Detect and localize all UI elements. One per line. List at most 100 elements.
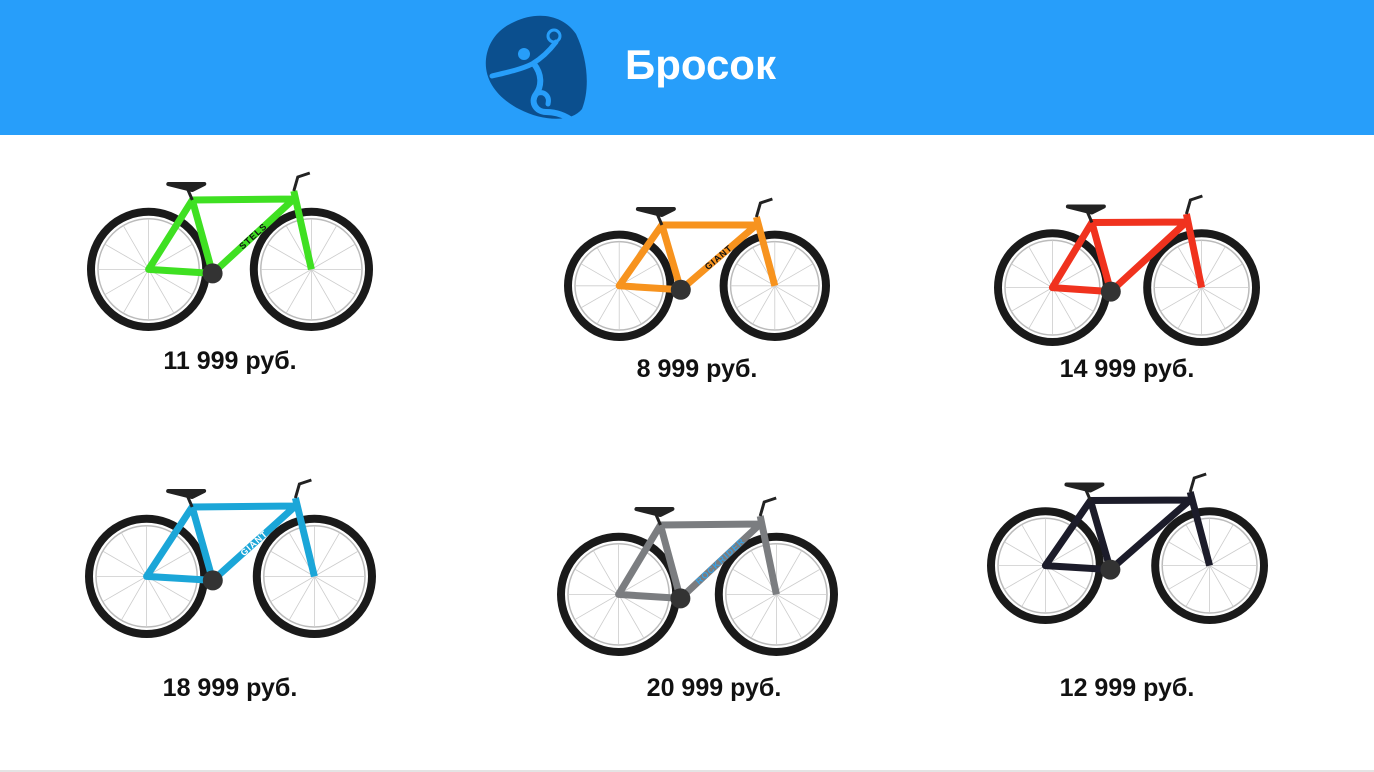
- spoke: [269, 576, 315, 603]
- spoke: [618, 285, 642, 325]
- spoke: [1208, 524, 1234, 566]
- spoke: [752, 285, 776, 325]
- bike-frame: [1048, 213, 1206, 296]
- spoke: [617, 594, 644, 639]
- bike-frame: [1041, 491, 1213, 574]
- spoke: [267, 269, 312, 296]
- spoke: [104, 243, 149, 270]
- spoke: [592, 550, 619, 595]
- bike-frame: [615, 216, 779, 294]
- bicycle-image[interactable]: GIANT: [562, 185, 832, 345]
- spoke: [1167, 565, 1210, 590]
- saddle: [633, 507, 674, 517]
- bicycle-image[interactable]: ROCKRIDER: [555, 480, 840, 660]
- saddle: [635, 207, 676, 217]
- product-price: 20 999 руб.: [646, 674, 782, 702]
- spoke: [1208, 565, 1234, 607]
- spoke: [574, 594, 619, 621]
- spoke: [1044, 565, 1069, 607]
- spoke: [313, 550, 358, 577]
- spoke: [311, 269, 338, 314]
- spoke: [1003, 541, 1046, 566]
- spoke: [580, 285, 620, 309]
- spoke: [1020, 524, 1046, 566]
- spoke: [122, 269, 149, 314]
- spoke: [1201, 246, 1226, 288]
- handlebar: [1184, 194, 1203, 215]
- handlebar: [1188, 472, 1207, 493]
- saddle: [1065, 204, 1106, 215]
- bike-frame: [145, 190, 315, 277]
- spoke: [1028, 287, 1053, 329]
- handball-player-logo-icon: [485, 15, 587, 120]
- spoke: [775, 550, 802, 595]
- spoke: [1201, 287, 1226, 329]
- header: Бросок: [0, 0, 1374, 135]
- bike-frame: [142, 497, 318, 584]
- product-price: 12 999 руб.: [1059, 674, 1195, 702]
- spoke: [104, 269, 149, 296]
- spoke: [285, 269, 312, 314]
- chainring: [1099, 559, 1120, 580]
- handlebar: [293, 478, 312, 499]
- product-card[interactable]: GIANT 18 999 руб.: [80, 462, 380, 702]
- spoke: [313, 576, 358, 603]
- product-price: 14 999 руб.: [1059, 355, 1195, 383]
- chainring: [670, 279, 691, 300]
- spoke: [580, 263, 620, 287]
- spoke: [774, 285, 798, 325]
- spoke: [774, 285, 814, 309]
- product-card[interactable]: 12 999 руб.: [977, 458, 1277, 702]
- product-card[interactable]: STELS 11 999 руб.: [80, 155, 380, 375]
- handlebar: [754, 197, 773, 218]
- saddle: [165, 489, 206, 499]
- spoke: [775, 594, 820, 621]
- product-price: 18 999 руб.: [162, 674, 298, 702]
- spoke: [1020, 565, 1046, 607]
- chainring: [202, 263, 223, 284]
- spoke: [145, 576, 172, 621]
- spoke: [311, 269, 356, 296]
- product-card[interactable]: 14 999 руб.: [977, 180, 1277, 383]
- spoke: [596, 285, 620, 325]
- bicycle-image[interactable]: [985, 458, 1270, 628]
- spoke: [1011, 263, 1053, 288]
- chainring: [1100, 281, 1121, 302]
- handlebar: [292, 171, 311, 192]
- saddle: [1063, 482, 1104, 493]
- spoke: [120, 576, 147, 621]
- bike-frame: [614, 515, 780, 602]
- spoke: [775, 568, 820, 595]
- spoke: [1052, 287, 1077, 329]
- product-price: 8 999 руб.: [636, 355, 758, 383]
- spoke: [1201, 287, 1243, 312]
- bicycle-image[interactable]: [992, 180, 1262, 350]
- spoke: [313, 532, 340, 577]
- bicycle-image[interactable]: GIANT: [83, 462, 378, 642]
- handlebar: [758, 496, 777, 517]
- spoke: [775, 594, 802, 639]
- spoke: [774, 263, 814, 287]
- saddle: [166, 182, 207, 192]
- spoke: [311, 225, 338, 270]
- spoke: [596, 247, 620, 287]
- spoke: [750, 594, 777, 639]
- spoke: [1208, 565, 1251, 590]
- spoke: [1185, 565, 1210, 607]
- spoke: [1160, 287, 1202, 312]
- spoke: [102, 576, 147, 603]
- spoke: [574, 568, 619, 595]
- spoke: [1208, 541, 1251, 566]
- chainring: [202, 570, 223, 591]
- spoke: [311, 243, 356, 270]
- spoke: [102, 550, 147, 577]
- spoke: [1011, 287, 1053, 312]
- spoke: [120, 532, 147, 577]
- spoke: [592, 594, 619, 639]
- spoke: [313, 576, 340, 621]
- product-card[interactable]: ROCKRIDER 20 999 руб.: [547, 480, 847, 702]
- product-price: 11 999 руб.: [163, 347, 297, 375]
- product-card[interactable]: GIANT 8 999 руб.: [547, 185, 847, 383]
- spoke: [148, 269, 175, 314]
- bicycle-image[interactable]: STELS: [85, 155, 375, 335]
